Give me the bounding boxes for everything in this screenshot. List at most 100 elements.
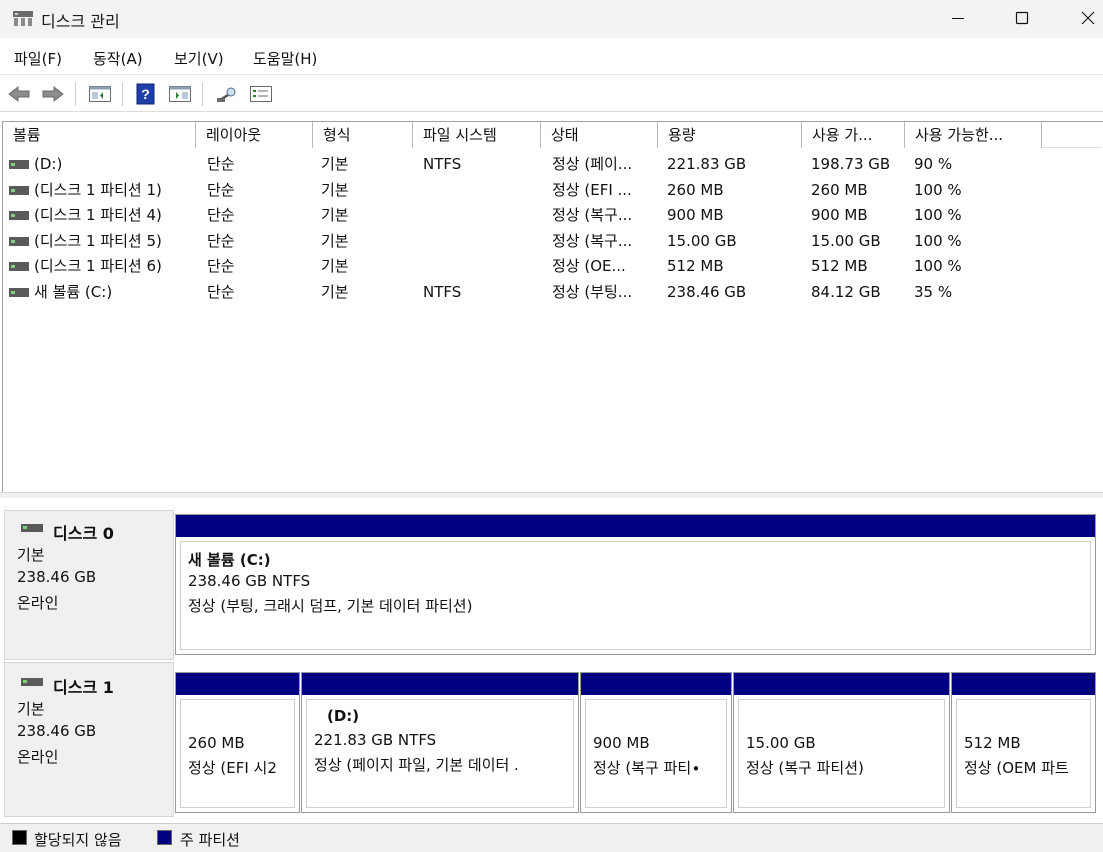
column-header-capacity[interactable]: 용량	[658, 122, 802, 148]
partition-body: 새 볼륨 (C:) 238.46 GB NTFS 정상 (부팅, 크래시 덤프,…	[180, 541, 1091, 650]
menu-bar: 파일(F) 동작(A) 보기(V) 도움말(H)	[0, 38, 1103, 75]
volume-name: 새 볼륨 (C:)	[34, 283, 113, 301]
partition-status: 정상 (복구 파티션)	[746, 759, 864, 777]
volume-type: 기본	[321, 283, 349, 301]
table-row[interactable]: (디스크 1 파티션 6) 단순 기본 정상 (OE... 512 MB 512…	[3, 254, 1102, 279]
toolbar-separator	[202, 82, 203, 106]
partition-status: 정상 (부팅, 크래시 덤프, 기본 데이터 파티션)	[188, 597, 473, 615]
volume-file-system: NTFS	[423, 155, 462, 173]
drive-icon	[9, 160, 29, 169]
column-header-free-space[interactable]: 사용 가...	[802, 122, 905, 148]
forward-button[interactable]	[40, 82, 66, 106]
table-row[interactable]: (디스크 1 파티션 5) 단순 기본 정상 (복구... 15.00 GB 1…	[3, 229, 1102, 254]
table-row[interactable]: (D:) 단순 기본 NTFS 정상 (페이... 221.83 GB 198.…	[3, 152, 1102, 177]
close-button[interactable]	[1064, 0, 1103, 36]
volume-capacity: 15.00 GB	[667, 232, 737, 250]
volume-file-system	[423, 203, 533, 228]
partition-body: (D:) 221.83 GB NTFS 정상 (페이지 파일, 기본 데이터 .	[306, 699, 574, 808]
table-row[interactable]: (디스크 1 파티션 4) 단순 기본 정상 (복구... 900 MB 900…	[3, 203, 1102, 228]
volume-free-space: 198.73 GB	[811, 155, 891, 173]
partition-efi[interactable]: 260 MB 정상 (EFI 시2	[175, 672, 300, 813]
partition-body: 900 MB 정상 (복구 파티∙	[585, 699, 727, 808]
column-header-percent-free[interactable]: 사용 가능한...	[905, 122, 1042, 148]
volume-capacity: 900 MB	[667, 206, 724, 224]
toolbar-separator	[75, 82, 76, 106]
maximize-button[interactable]	[998, 0, 1046, 36]
disk-1-label[interactable]: 디스크 1 기본 238.46 GB 온라인	[4, 662, 174, 817]
close-icon	[1081, 11, 1095, 25]
partition-status: 정상 (복구 파티∙	[593, 759, 701, 777]
partition-d[interactable]: (D:) 221.83 GB NTFS 정상 (페이지 파일, 기본 데이터 .	[301, 672, 579, 813]
maximize-icon	[1015, 11, 1029, 25]
menu-file[interactable]: 파일(F)	[14, 48, 62, 69]
drive-icon	[9, 237, 29, 246]
volume-percent-free: 100 %	[914, 232, 962, 250]
disk-kind: 기본	[17, 700, 45, 718]
volume-name: (디스크 1 파티션 1)	[34, 181, 162, 199]
menu-help[interactable]: 도움말(H)	[253, 48, 317, 69]
drive-icon	[9, 288, 29, 297]
drive-icon	[21, 524, 43, 532]
volume-type: 기본	[321, 257, 349, 275]
column-header-type[interactable]: 형식	[313, 122, 413, 148]
volume-free-space: 15.00 GB	[811, 232, 881, 250]
volume-status: 정상 (EFI ...	[552, 181, 632, 199]
show-hide-action-pane-button[interactable]	[167, 82, 193, 106]
partition-recovery-1[interactable]: 900 MB 정상 (복구 파티∙	[580, 672, 732, 813]
help-button[interactable]: ?	[133, 82, 159, 106]
column-header-status[interactable]: 상태	[541, 122, 658, 148]
volume-free-space: 84.12 GB	[811, 283, 881, 301]
partition-recovery-2[interactable]: 15.00 GB 정상 (복구 파티션)	[733, 672, 950, 813]
volume-percent-free: 100 %	[914, 181, 962, 199]
volume-status: 정상 (복구...	[552, 206, 633, 224]
svg-text:?: ?	[141, 86, 150, 102]
drive-icon	[9, 262, 29, 271]
volume-name: (디스크 1 파티션 4)	[34, 206, 162, 224]
toolbar: ?	[0, 76, 1103, 112]
drive-icon	[9, 211, 29, 220]
partition-size: 15.00 GB	[746, 734, 816, 752]
table-row[interactable]: 새 볼륨 (C:) 단순 기본 NTFS 정상 (부팅... 238.46 GB…	[3, 280, 1102, 305]
volume-free-space: 260 MB	[811, 181, 868, 199]
partition-size: 260 MB	[188, 734, 245, 752]
legend-primary-partition: 주 파티션	[180, 831, 240, 849]
rescan-disks-icon	[217, 87, 236, 102]
volume-layout: 단순	[207, 155, 235, 173]
primary-partition-bar	[176, 515, 1095, 537]
menu-view[interactable]: 보기(V)	[174, 48, 224, 69]
show-hide-console-tree-button[interactable]	[87, 82, 113, 106]
primary-partition-bar	[302, 673, 578, 695]
back-button[interactable]	[6, 82, 32, 106]
disk-name: 디스크 0	[53, 524, 114, 543]
minimize-button[interactable]	[934, 0, 982, 36]
forward-icon	[42, 85, 64, 103]
table-row[interactable]: (디스크 1 파티션 1) 단순 기본 정상 (EFI ... 260 MB 2…	[3, 178, 1102, 203]
minimize-icon	[952, 18, 964, 19]
partition-c[interactable]: 새 볼륨 (C:) 238.46 GB NTFS 정상 (부팅, 크래시 덤프,…	[175, 514, 1096, 655]
partition-oem[interactable]: 512 MB 정상 (OEM 파트	[951, 672, 1096, 813]
rescan-disks-button[interactable]	[214, 82, 240, 106]
volume-percent-free: 100 %	[914, 206, 962, 224]
show-hide-console-tree-icon	[89, 86, 111, 102]
volume-file-system	[423, 178, 533, 203]
volume-list: 볼륨 레이아웃 형식 파일 시스템 상태 용량 사용 가... 사용 가능한..…	[2, 121, 1103, 492]
primary-partition-bar	[952, 673, 1095, 695]
volume-type: 기본	[321, 181, 349, 199]
drive-icon	[21, 678, 43, 686]
disk-0-label[interactable]: 디스크 0 기본 238.46 GB 온라인	[4, 510, 174, 660]
properties-button[interactable]	[248, 82, 274, 106]
volume-layout: 단순	[207, 283, 235, 301]
column-header-file-system[interactable]: 파일 시스템	[413, 122, 541, 148]
disk-size: 238.46 GB	[17, 722, 97, 740]
menu-action[interactable]: 동작(A)	[93, 48, 143, 69]
primary-partition-bar	[734, 673, 949, 695]
volume-percent-free: 100 %	[914, 257, 962, 275]
column-header-volume[interactable]: 볼륨	[3, 122, 196, 148]
partition-body: 260 MB 정상 (EFI 시2	[180, 699, 295, 808]
disk-name: 디스크 1	[53, 678, 114, 697]
volume-percent-free: 35 %	[914, 283, 953, 301]
volume-status: 정상 (복구...	[552, 232, 633, 250]
column-header-layout[interactable]: 레이아웃	[196, 122, 313, 148]
legend: 할당되지 않음 주 파티션	[0, 823, 1103, 852]
volume-capacity: 512 MB	[667, 257, 724, 275]
